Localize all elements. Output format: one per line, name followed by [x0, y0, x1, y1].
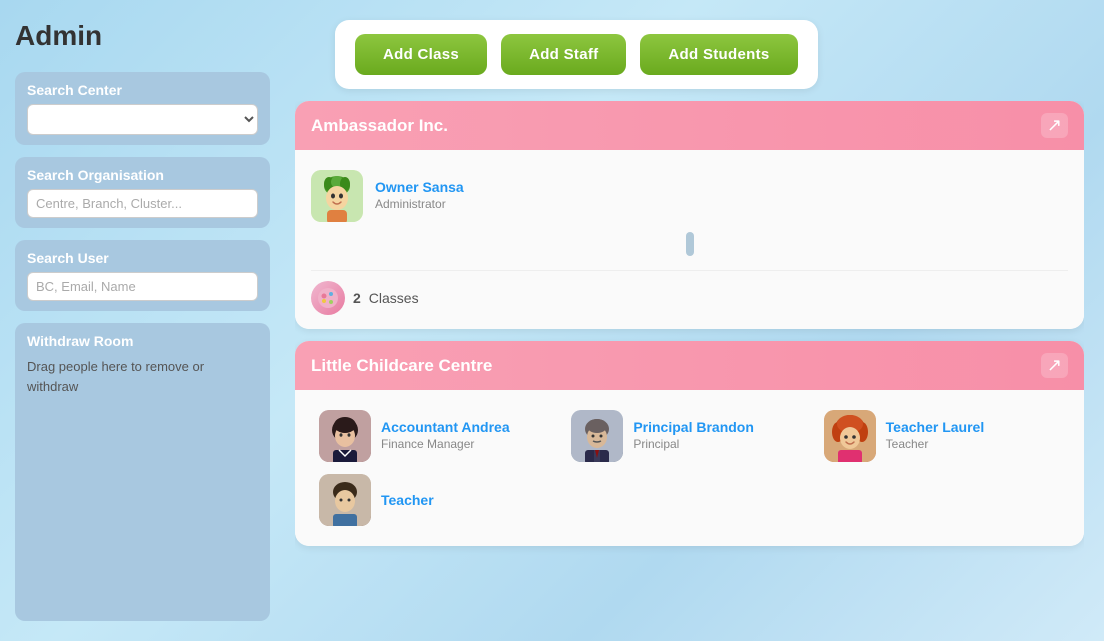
- classes-icon-ambassador: [311, 281, 345, 315]
- withdraw-room-block[interactable]: Withdraw Room Drag people here to remove…: [15, 323, 270, 621]
- add-staff-button[interactable]: Add Staff: [501, 34, 626, 75]
- org-card-ambassador: Ambassador Inc. ↗: [295, 101, 1084, 329]
- search-center-block: Search Center: [15, 72, 270, 145]
- avatar-principal-brandon: [571, 410, 623, 462]
- member-role-teacher-laurel: Teacher: [886, 437, 929, 451]
- org-card-header-ambassador: Ambassador Inc. ↗: [295, 101, 1084, 150]
- org-name-ambassador: Ambassador Inc.: [311, 116, 448, 136]
- search-user-label: Search User: [27, 250, 258, 266]
- member-cell-teacher-laurel: Teacher Laurel Teacher: [816, 404, 1068, 468]
- member-info-teacher-laurel: Teacher Laurel Teacher: [886, 419, 985, 453]
- member-info-owner-sansa: Owner Sansa Administrator: [375, 179, 464, 213]
- organizations-list: Ambassador Inc. ↗: [295, 101, 1084, 621]
- sidebar: Admin Search Center Search Organisation …: [0, 0, 285, 641]
- member-info-accountant-andrea: Accountant Andrea Finance Manager: [381, 419, 510, 453]
- org-card-body-little-childcare: Accountant Andrea Finance Manager: [295, 390, 1084, 546]
- member-role-principal-brandon: Principal: [633, 437, 679, 451]
- search-center-label: Search Center: [27, 82, 258, 98]
- member-role-accountant-andrea: Finance Manager: [381, 437, 474, 451]
- scrollbar-indicator: [311, 228, 1068, 260]
- action-bar: Add Class Add Staff Add Students: [335, 20, 818, 89]
- member-row-owner-sansa: Owner Sansa Administrator: [311, 164, 1068, 228]
- search-org-label: Search Organisation: [27, 167, 258, 183]
- member-info-teacher-bottom: Teacher: [381, 492, 434, 508]
- search-user-block: Search User: [15, 240, 270, 311]
- main-content: Add Class Add Staff Add Students Ambassa…: [285, 0, 1104, 641]
- member-name-accountant-andrea: Accountant Andrea: [381, 419, 510, 435]
- add-class-button[interactable]: Add Class: [355, 34, 487, 75]
- page-title: Admin: [15, 20, 270, 52]
- search-center-select[interactable]: [27, 104, 258, 135]
- staff-row-little-childcare-2: Teacher: [311, 468, 1068, 532]
- org-card-little-childcare: Little Childcare Centre ↗: [295, 341, 1084, 546]
- member-name-owner-sansa: Owner Sansa: [375, 179, 464, 195]
- avatar-teacher-laurel: [824, 410, 876, 462]
- search-user-input[interactable]: [27, 272, 258, 301]
- member-cell-accountant-andrea: Accountant Andrea Finance Manager: [311, 404, 563, 468]
- org-card-header-little-childcare: Little Childcare Centre ↗: [295, 341, 1084, 390]
- avatar-teacher-bottom: [319, 474, 371, 526]
- withdraw-room-label: Withdraw Room: [27, 333, 258, 349]
- export-icon-ambassador[interactable]: ↗: [1041, 113, 1068, 138]
- classes-row-ambassador: 2 Classes: [311, 270, 1068, 315]
- member-name-teacher-bottom: Teacher: [381, 492, 434, 508]
- org-name-little-childcare: Little Childcare Centre: [311, 356, 492, 376]
- scrollbar-dot: [686, 232, 694, 256]
- withdraw-description: Drag people here to remove or withdraw: [27, 357, 258, 396]
- classes-label-ambassador: Classes: [369, 290, 419, 306]
- member-name-teacher-laurel: Teacher Laurel: [886, 419, 985, 435]
- avatar-owner-sansa: [311, 170, 363, 222]
- member-cell-principal-brandon: Principal Brandon Principal: [563, 404, 815, 468]
- staff-row-little-childcare: Accountant Andrea Finance Manager: [311, 404, 1068, 468]
- member-info-principal-brandon: Principal Brandon Principal: [633, 419, 754, 453]
- export-icon-little-childcare[interactable]: ↗: [1041, 353, 1068, 378]
- member-cell-teacher-bottom: Teacher: [311, 468, 1068, 532]
- org-card-body-ambassador: Owner Sansa Administrator: [295, 150, 1084, 329]
- add-students-button[interactable]: Add Students: [640, 34, 797, 75]
- member-role-owner-sansa: Administrator: [375, 197, 446, 211]
- member-name-principal-brandon: Principal Brandon: [633, 419, 754, 435]
- search-org-block: Search Organisation: [15, 157, 270, 228]
- search-org-input[interactable]: [27, 189, 258, 218]
- classes-count-ambassador: 2: [353, 290, 361, 306]
- avatar-accountant-andrea: [319, 410, 371, 462]
